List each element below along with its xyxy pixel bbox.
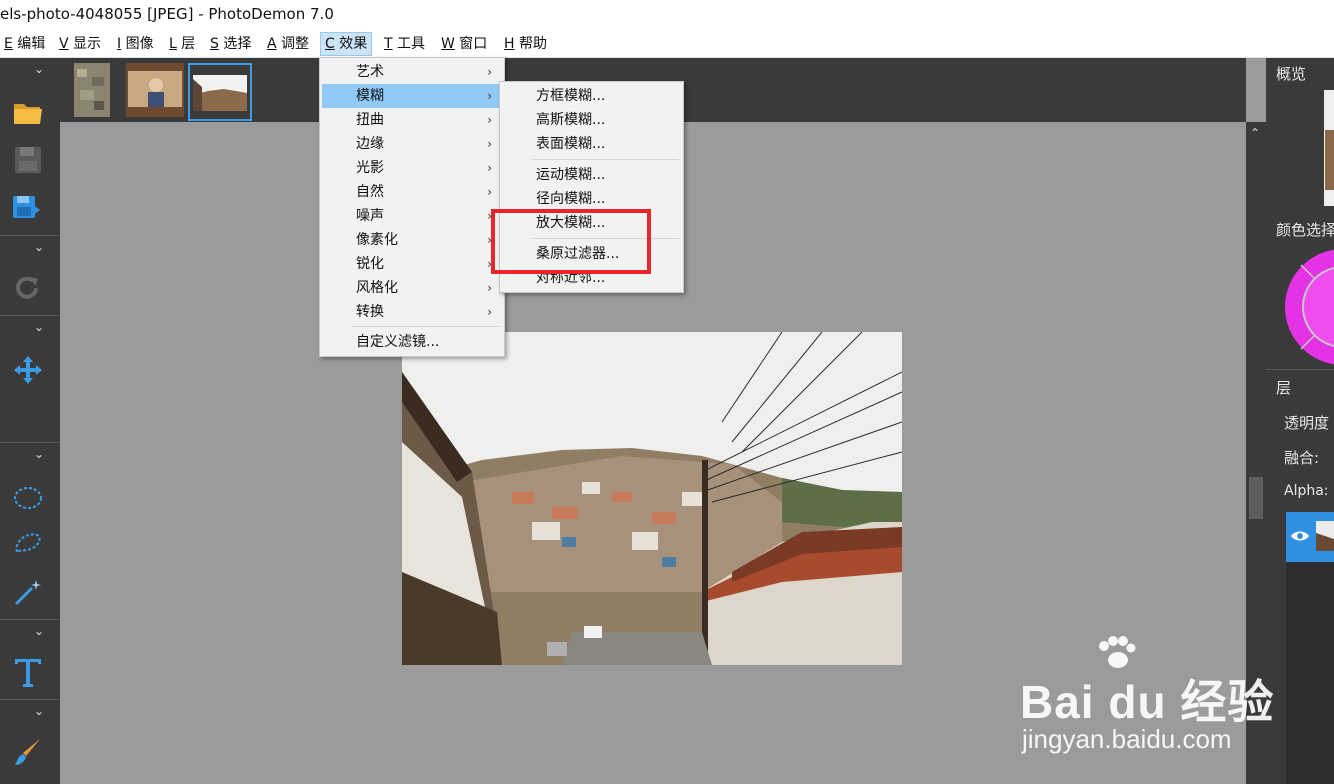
text-tool-icon[interactable]	[12, 656, 44, 688]
submenu-arrow-icon: ›	[487, 89, 492, 103]
menu-image[interactable]: I 图像	[113, 33, 158, 55]
effects-menu: 艺术 › 模糊 › 扭曲 › 边缘 › 光影 › 自然 › 噪声 › 像素化 › 锐化 › 风格化…	[319, 57, 505, 357]
submenu-arrow-icon: ›	[487, 161, 492, 175]
submenu-arrow-icon: ›	[487, 185, 492, 199]
toolbar-divider	[0, 315, 60, 316]
toolbar-divider	[0, 235, 60, 236]
image-tab-thumbnail[interactable]	[74, 63, 110, 117]
collapse-chevron-icon[interactable]: ⌄	[34, 624, 44, 638]
menu-select[interactable]: S 选择	[206, 33, 255, 55]
opacity-label: 透明度	[1284, 414, 1330, 432]
layers-list	[1286, 512, 1334, 784]
menu-tools[interactable]: T 工具	[380, 33, 429, 55]
menu-edit[interactable]: E 编辑	[0, 33, 49, 55]
alpha-label: Alpha:	[1284, 483, 1329, 499]
move-tool-icon[interactable]	[12, 354, 44, 386]
left-toolbar: ⌄ ⌄ ⌄ ⌄ ⌄ ⌄	[0, 58, 60, 784]
menu-item-motion-blur[interactable]: 运动模糊...	[502, 163, 681, 187]
menu-item-noise[interactable]: 噪声 ›	[322, 204, 502, 228]
collapse-chevron-icon[interactable]: ⌄	[34, 62, 44, 76]
collapse-chevron-icon[interactable]: ⌄	[34, 240, 44, 254]
menu-item-gaussian-blur[interactable]: 高斯模糊...	[502, 108, 681, 132]
menu-view[interactable]: V 显示	[55, 33, 105, 55]
save-icon[interactable]	[12, 144, 44, 176]
town-photo	[402, 332, 902, 665]
color-picker-heading: 颜色选择	[1276, 221, 1334, 239]
watermark-url: jingyan.baidu.com	[1022, 724, 1232, 754]
open-folder-icon[interactable]	[12, 96, 44, 128]
title-bar: els-photo-4048055 [JPEG] - PhotoDemon 7.…	[0, 0, 1334, 30]
submenu-arrow-icon: ›	[487, 281, 492, 295]
image-tab-thumbnail-active[interactable]	[188, 63, 252, 121]
lasso-select-icon[interactable]	[12, 528, 44, 560]
menu-item-transform[interactable]: 转换 ›	[322, 300, 502, 324]
panel-divider	[1266, 369, 1334, 370]
menu-separator	[532, 159, 679, 160]
menu-item-light-shadow[interactable]: 光影 ›	[322, 156, 502, 180]
window-title: els-photo-4048055 [JPEG] - PhotoDemon 7.…	[0, 5, 334, 23]
annotation-highlight-box	[491, 209, 651, 274]
toolbar-divider	[0, 442, 60, 443]
overview-heading: 概览	[1276, 65, 1307, 83]
menu-item-blur[interactable]: 模糊 ›	[322, 84, 502, 108]
menu-layer[interactable]: L 层	[165, 33, 199, 55]
collapse-chevron-icon[interactable]: ⌄	[34, 447, 44, 461]
menu-item-radial-blur[interactable]: 径向模糊...	[502, 187, 681, 211]
submenu-arrow-icon: ›	[487, 137, 492, 151]
menu-item-distort[interactable]: 扭曲 ›	[322, 108, 502, 132]
layer-thumbnail	[1316, 521, 1334, 551]
save-as-icon[interactable]	[12, 192, 44, 224]
watermark-brand: Bai du 经验	[1020, 676, 1275, 728]
right-panel: 概览 颜色选择 层 透明度 融合: Alpha:	[1266, 58, 1334, 784]
visibility-eye-icon[interactable]	[1290, 528, 1310, 544]
layers-heading: 层	[1276, 379, 1292, 397]
menu-item-stylize[interactable]: 风格化 ›	[322, 276, 502, 300]
submenu-arrow-icon: ›	[487, 113, 492, 127]
menu-effects[interactable]: C 效果	[320, 32, 373, 56]
toolbar-divider	[0, 619, 60, 620]
menu-separator	[352, 326, 500, 327]
menu-item-custom-filter[interactable]: 自定义滤镜...	[322, 330, 502, 354]
paw-logo-icon	[1099, 636, 1136, 668]
overview-preview	[1324, 90, 1334, 206]
blend-mode-label: 融合:	[1284, 449, 1320, 467]
menu-window[interactable]: W 窗口	[437, 33, 491, 55]
magic-wand-icon[interactable]	[12, 576, 44, 608]
collapse-chevron-icon[interactable]: ⌄	[34, 320, 44, 334]
menu-item-edges[interactable]: 边缘 ›	[322, 132, 502, 156]
image-tab-thumbnail[interactable]	[126, 63, 184, 117]
paintbrush-icon[interactable]	[12, 736, 44, 768]
submenu-arrow-icon: ›	[487, 305, 492, 319]
menu-item-sharpen[interactable]: 锐化 ›	[322, 252, 502, 276]
menu-item-pixelate[interactable]: 像素化 ›	[322, 228, 502, 252]
collapse-chevron-icon[interactable]: ⌄	[34, 704, 44, 718]
ellipse-select-icon[interactable]	[12, 482, 44, 514]
color-wheel[interactable]	[1284, 248, 1334, 366]
submenu-arrow-icon: ›	[487, 65, 492, 79]
scroll-up-arrow-icon[interactable]: ⌃	[1250, 126, 1260, 140]
scrollbar-thumb[interactable]	[1249, 477, 1263, 519]
menu-bar: E 编辑 V 显示 I 图像 L 层 S 选择 A 调整 C 效果 T 工具 W…	[0, 30, 1334, 58]
menu-item-surface-blur[interactable]: 表面模糊...	[502, 132, 681, 156]
toolbar-divider	[0, 699, 60, 700]
menu-item-box-blur[interactable]: 方框模糊...	[502, 84, 681, 108]
menu-item-art[interactable]: 艺术 ›	[322, 60, 502, 84]
menu-adjust[interactable]: A 调整	[263, 33, 313, 55]
layer-row[interactable]	[1286, 512, 1334, 562]
menu-item-nature[interactable]: 自然 ›	[322, 180, 502, 204]
redo-icon[interactable]	[12, 272, 44, 304]
menu-help[interactable]: H 帮助	[500, 33, 551, 55]
